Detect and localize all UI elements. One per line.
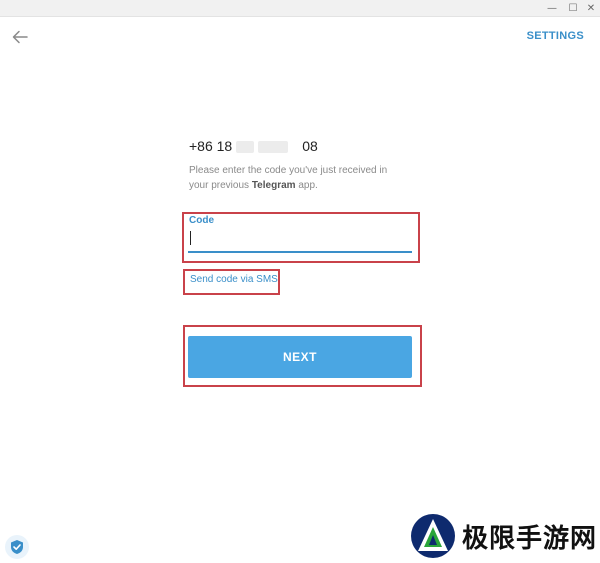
code-instructions: Please enter the code you've just receiv… [189, 165, 388, 191]
phone-prefix: +86 18 [189, 138, 233, 154]
settings-link[interactable]: SETTINGS [527, 30, 584, 42]
back-button[interactable] [8, 26, 32, 48]
telegram-app-name: Telegram [251, 180, 296, 191]
window-titlebar: — ☐ ✕ [0, 0, 600, 17]
watermark-text: 极限手游网 [462, 523, 598, 554]
security-shield-button[interactable] [5, 535, 29, 559]
minimize-icon: — [547, 2, 557, 14]
arrow-left-icon [12, 30, 28, 44]
phone-blur [236, 141, 254, 153]
close-button[interactable]: ✕ [581, 0, 600, 16]
shield-check-icon [11, 540, 23, 554]
maximize-button[interactable]: ☐ [563, 0, 583, 16]
highlight-next-button [183, 325, 422, 387]
maximize-icon: ☐ [568, 2, 578, 14]
phone-blur [258, 141, 288, 153]
minimize-button[interactable]: — [542, 0, 562, 16]
watermark-logo-icon [411, 514, 455, 558]
highlight-code-field [182, 212, 420, 263]
site-watermark: 极限手游网 [410, 513, 597, 559]
close-icon: ✕ [586, 2, 596, 14]
phone-suffix: 08 [302, 138, 318, 154]
highlight-sms-link [183, 269, 280, 295]
